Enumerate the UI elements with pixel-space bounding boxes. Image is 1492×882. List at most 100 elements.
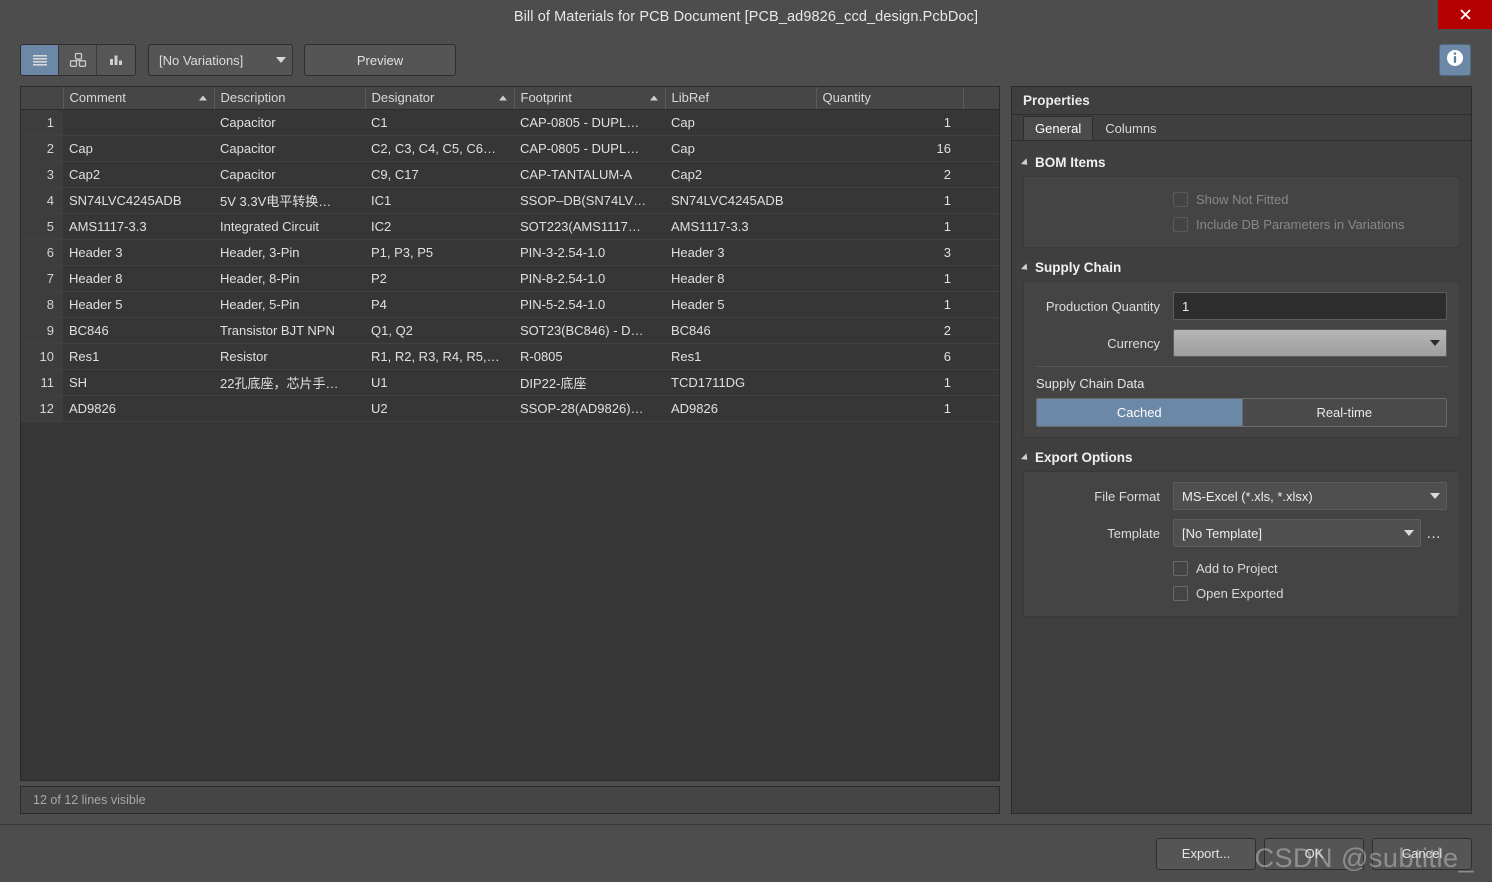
template-browse-button[interactable]: … bbox=[1421, 519, 1447, 547]
tab-general[interactable]: General bbox=[1023, 116, 1094, 140]
section-bom-items-title: BOM Items bbox=[1035, 155, 1106, 170]
table-row[interactable]: 10 Res1 Resistor R1, R2, R3, R4, R5,… R-0805… bbox=[21, 343, 999, 370]
checkbox-icon bbox=[1173, 192, 1188, 207]
libref-cell: BC846 bbox=[665, 317, 816, 344]
table-row[interactable]: 12 AD9826 U2 SSOP-28(AD9826)… AD9826 1 bbox=[21, 395, 999, 422]
checkbox-include-db-parameters[interactable]: Include DB Parameters in Variations bbox=[1036, 212, 1447, 237]
designator-cell: P1, P3, P5 bbox=[365, 239, 514, 266]
bom-table: Comment Description Designator Footprint… bbox=[21, 87, 999, 422]
section-bom-items-header[interactable]: BOM Items bbox=[1020, 155, 1460, 170]
section-supply-chain-header[interactable]: Supply Chain bbox=[1020, 260, 1460, 275]
checkbox-show-not-fitted[interactable]: Show Not Fitted bbox=[1036, 187, 1447, 212]
section-supply-chain-title: Supply Chain bbox=[1035, 260, 1122, 275]
description-cell: 22孔底座，芯片手… bbox=[214, 369, 365, 396]
quantity-cell: 1 bbox=[816, 291, 963, 318]
column-header-designator[interactable]: Designator bbox=[365, 87, 515, 110]
structured-view-button[interactable] bbox=[59, 45, 97, 75]
table-row[interactable]: 8 Header 5 Header, 5-Pin P4 PIN-5-2.54-1.0 He… bbox=[21, 291, 999, 318]
export-button[interactable]: Export... bbox=[1156, 837, 1256, 870]
preview-button[interactable]: Preview bbox=[304, 44, 456, 76]
collapse-triangle-icon bbox=[1020, 452, 1031, 463]
table-row[interactable]: 3 Cap2 Capacitor C9, C17 CAP-TANTALUM-A Cap2 2 bbox=[21, 161, 999, 188]
column-header-blank[interactable] bbox=[963, 87, 999, 110]
comment-cell: Header 8 bbox=[63, 265, 214, 292]
ok-button[interactable]: OK bbox=[1264, 837, 1364, 870]
designator-cell: P2 bbox=[365, 265, 514, 292]
cancel-button[interactable]: Cancel bbox=[1372, 837, 1472, 870]
segment-real-time[interactable]: Real-time bbox=[1241, 399, 1446, 426]
column-header-description[interactable]: Description bbox=[214, 87, 366, 110]
table-row[interactable]: 4 SN74LVC4245ADB 5V 3.3V电平转换… IC1 SSOP–DB(SN… bbox=[21, 187, 999, 214]
tab-columns[interactable]: Columns bbox=[1093, 116, 1168, 140]
close-button[interactable] bbox=[1438, 0, 1492, 29]
blank-cell bbox=[963, 343, 999, 370]
quantity-cell: 1 bbox=[816, 109, 963, 136]
description-cell: Integrated Circuit bbox=[214, 213, 365, 240]
column-header-comment[interactable]: Comment bbox=[63, 87, 215, 110]
comment-cell: SH bbox=[63, 369, 214, 396]
template-select[interactable]: [No Template] bbox=[1173, 519, 1421, 547]
section-export-options-header[interactable]: Export Options bbox=[1020, 450, 1460, 465]
info-icon bbox=[1446, 49, 1464, 72]
comment-cell: AD9826 bbox=[63, 395, 214, 422]
chart-view-button[interactable] bbox=[97, 45, 135, 75]
table-row[interactable]: 2 Cap Capacitor C2, C3, C4, C5, C6… CAP-0805… bbox=[21, 135, 999, 162]
segment-cached[interactable]: Cached bbox=[1037, 399, 1242, 426]
column-header-num[interactable] bbox=[21, 87, 64, 110]
title-bar: Bill of Materials for PCB Document [PCB_… bbox=[0, 0, 1492, 34]
list-view-button[interactable] bbox=[21, 45, 59, 75]
table-row[interactable]: 6 Header 3 Header, 3-Pin P1, P3, P5 PIN-3-2.… bbox=[21, 239, 999, 266]
libref-cell: Header 3 bbox=[665, 239, 816, 266]
column-header-quantity[interactable]: Quantity bbox=[816, 87, 964, 110]
designator-cell: U2 bbox=[365, 395, 514, 422]
checkbox-show-not-fitted-label: Show Not Fitted bbox=[1196, 192, 1289, 207]
info-button[interactable] bbox=[1439, 44, 1471, 76]
footprint-cell: CAP-TANTALUM-A bbox=[514, 161, 665, 188]
blank-cell bbox=[963, 317, 999, 344]
bom-table-body: 1 Capacitor C1 CAP-0805 - DUPL… Cap 1 2 Cap Capa… bbox=[21, 109, 999, 422]
blank-cell bbox=[963, 135, 999, 162]
table-row[interactable]: 5 AMS1117-3.3 Integrated Circuit IC2 SOT223(… bbox=[21, 213, 999, 240]
row-number-cell: 7 bbox=[21, 265, 63, 292]
blocks-icon bbox=[69, 52, 87, 68]
blank-cell bbox=[963, 213, 999, 240]
chevron-down-icon bbox=[1430, 493, 1440, 499]
currency-select[interactable] bbox=[1173, 329, 1447, 357]
libref-cell: Res1 bbox=[665, 343, 816, 370]
table-row[interactable]: 7 Header 8 Header, 8-Pin P2 PIN-8-2.54-1.0 He… bbox=[21, 265, 999, 292]
row-number-cell: 12 bbox=[21, 395, 63, 422]
column-header-libref[interactable]: LibRef bbox=[665, 87, 817, 110]
production-quantity-input[interactable]: 1 bbox=[1173, 292, 1447, 320]
variations-select[interactable]: [No Variations] bbox=[148, 44, 293, 76]
segment-cached-label: Cached bbox=[1116, 405, 1162, 420]
table-row[interactable]: 11 SH 22孔底座，芯片手… U1 DIP22-底座 TCD1711DG 1 bbox=[21, 369, 999, 396]
footprint-cell: PIN-5-2.54-1.0 bbox=[514, 291, 665, 318]
description-cell: Capacitor bbox=[214, 135, 365, 162]
libref-cell: AMS1117-3.3 bbox=[665, 213, 816, 240]
properties-content: BOM Items Show Not Fitted Include DB Par… bbox=[1012, 141, 1471, 813]
quantity-cell: 2 bbox=[816, 317, 963, 344]
row-number-cell: 10 bbox=[21, 343, 63, 370]
file-format-label: File Format bbox=[1094, 488, 1160, 504]
file-format-select[interactable]: MS-Excel (*.xls, *.xlsx) bbox=[1173, 482, 1447, 510]
properties-title: Properties bbox=[1023, 93, 1090, 108]
checkbox-add-to-project[interactable]: Add to Project bbox=[1036, 556, 1447, 581]
section-bom-items-body: Show Not Fitted Include DB Parameters in… bbox=[1023, 176, 1460, 248]
footprint-cell: DIP22-底座 bbox=[514, 369, 665, 396]
tab-columns-label: Columns bbox=[1105, 121, 1157, 136]
checkbox-open-exported[interactable]: Open Exported bbox=[1036, 581, 1447, 606]
field-production-quantity: Production Quantity 1 bbox=[1036, 292, 1447, 320]
section-export-options-title: Export Options bbox=[1035, 450, 1133, 465]
properties-panel: Properties General Columns BOM Items Sho… bbox=[1011, 86, 1472, 814]
row-number-cell: 9 bbox=[21, 317, 63, 344]
table-row[interactable]: 1 Capacitor C1 CAP-0805 - DUPL… Cap 1 bbox=[21, 109, 999, 136]
quantity-cell: 1 bbox=[816, 187, 963, 214]
row-number-cell: 3 bbox=[21, 161, 63, 188]
designator-cell: Q1, Q2 bbox=[365, 317, 514, 344]
footprint-cell: SOT23(BC846) - D… bbox=[514, 317, 665, 344]
comment-cell: Header 5 bbox=[63, 291, 214, 318]
table-row[interactable]: 9 BC846 Transistor BJT NPN Q1, Q2 SOT23(BC84… bbox=[21, 317, 999, 344]
column-header-footprint[interactable]: Footprint bbox=[514, 87, 666, 110]
sort-asc-icon bbox=[498, 95, 507, 101]
comment-cell: Res1 bbox=[63, 343, 214, 370]
